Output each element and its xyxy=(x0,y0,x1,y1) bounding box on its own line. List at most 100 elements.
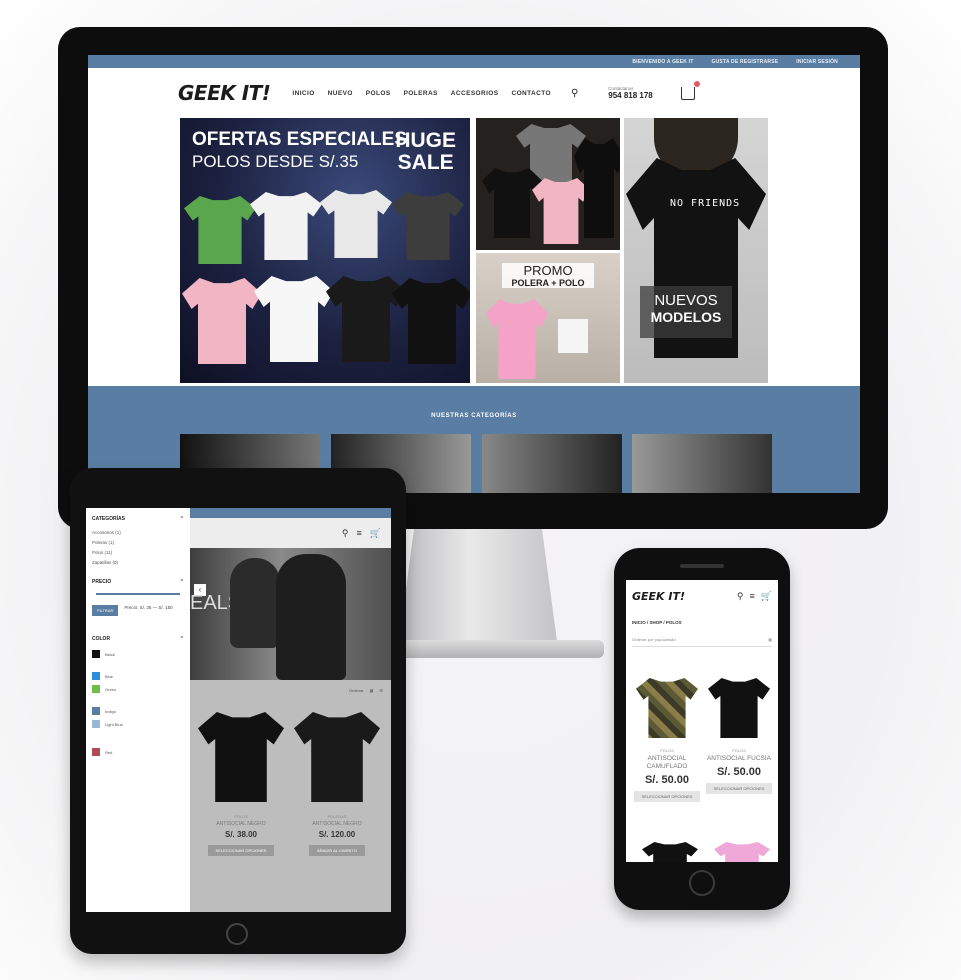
product-category: POLOS xyxy=(660,748,674,753)
nav-item-contacto[interactable]: CONTACTO xyxy=(512,90,551,97)
product-name[interactable]: ANTISOCIAL CAMUFLADO xyxy=(634,755,700,771)
tablet-device: CATEGORÍAS ⌃ Accesorios (1) Poleras (1) P… xyxy=(70,468,406,954)
sort-label[interactable]: Ordenar xyxy=(349,688,364,693)
product-name[interactable]: ANTISOCIAL NEGRO xyxy=(198,821,284,827)
swatch-icon xyxy=(92,720,100,728)
category-item[interactable]: Accesorios (1) xyxy=(92,530,184,535)
product-price: S/. 50.00 xyxy=(716,766,762,778)
filter-button[interactable]: FILTRAR xyxy=(92,605,119,616)
search-icon[interactable]: ⚲ xyxy=(342,528,349,539)
nav-item-poleras[interactable]: POLERAS xyxy=(404,90,438,97)
tablet-topbar xyxy=(190,508,391,518)
tablet-product-grid: Ordenar ▦ ☰ POLOS ANTISOCIAL NEGRO S/. 3… xyxy=(190,680,391,912)
list-view-icon[interactable]: ☰ xyxy=(379,688,383,693)
product-image[interactable] xyxy=(198,712,284,802)
nav-item-accesorios[interactable]: ACCESORIOS xyxy=(451,90,499,97)
shirt-text: NO FRIENDS xyxy=(670,198,741,209)
tablet-header-icons: ⚲ ≡ 🛒 xyxy=(190,518,391,548)
swatch-icon xyxy=(92,672,100,680)
product-name[interactable]: ANTISOCIAL NEGRO xyxy=(294,821,380,827)
grid-view-icon[interactable]: ▦ xyxy=(768,637,772,646)
color-swatch-black[interactable]: Black xyxy=(92,650,184,658)
tshirt-black-image xyxy=(326,276,406,362)
phone-header: GEEK IT! ⚲ ≡ 🛒 xyxy=(626,580,778,612)
product-card[interactable]: POLOS ANTISOCIAL NEGRO S/. 38.00 SELECCI… xyxy=(198,712,284,857)
color-swatch-light-blue[interactable]: Light Blue xyxy=(92,720,184,728)
banner-promo[interactable]: PROMO POLERA + POLO xyxy=(476,253,620,383)
category-card[interactable] xyxy=(632,434,772,493)
nuevos-line2: MODELOS xyxy=(650,309,722,325)
banner-polos-poleras[interactable] xyxy=(476,118,620,250)
product-card[interactable]: POLOS ANTISOCIAL FUCSIA S/. 50.00 SELECC… xyxy=(706,678,772,794)
search-icon[interactable]: ⚲ xyxy=(737,591,744,602)
banner-ofertas[interactable]: OFERTAS ESPECIALES POLOS DESDE S/.35 HUG… xyxy=(180,118,470,383)
color-heading: COLOR ⌃ xyxy=(92,636,184,642)
chevron-up-icon[interactable]: ⌃ xyxy=(180,579,184,585)
select-options-button[interactable]: SELECCIONAR OPCIONES xyxy=(634,791,700,802)
site-logo[interactable]: GEEK IT! xyxy=(632,590,685,603)
color-swatch-indigo[interactable]: Indigo xyxy=(92,707,184,715)
product-category: POLOS xyxy=(732,748,746,753)
desktop-screen: BIENVENIDO A GEEK IT GUSTA DE REGISTRARS… xyxy=(88,55,860,493)
topbar-link-login[interactable]: INICIAR SESIÓN xyxy=(796,59,838,65)
color-swatch-red[interactable]: Red xyxy=(92,748,184,756)
monitor-stand xyxy=(398,529,558,649)
search-icon[interactable]: ⚲ xyxy=(571,88,578,99)
tshirt-green-image xyxy=(184,196,256,264)
product-image[interactable] xyxy=(708,678,770,738)
header-phone: Contáctanos 954 818 178 xyxy=(608,86,653,100)
add-to-cart-button[interactable]: AÑADIR AL CARRITO xyxy=(309,845,365,856)
nuevos-modelos-label: NUEVOS MODELOS xyxy=(640,286,732,338)
cart-icon[interactable]: 🛒 xyxy=(370,528,381,539)
cart-icon[interactable]: 🛒 xyxy=(761,591,772,602)
topbar-link-register[interactable]: GUSTA DE REGISTRARSE xyxy=(712,59,779,65)
menu-icon[interactable]: ≡ xyxy=(357,528,362,538)
tshirt-white-print-image xyxy=(320,190,392,258)
desktop-header: GEEK IT! INICIO NUEVO POLOS POLERAS ACCE… xyxy=(88,68,860,118)
product-card[interactable]: POLERAS ANTISOCIAL NEGRO S/. 120.00 AÑAD… xyxy=(294,712,380,857)
product-image[interactable] xyxy=(294,712,380,802)
phone-header-icons: ⚲ ≡ 🛒 xyxy=(737,591,772,602)
swatch-icon xyxy=(92,707,100,715)
nav-item-inicio[interactable]: INICIO xyxy=(292,90,314,97)
swatch-label: Green xyxy=(105,686,117,692)
chevron-up-icon[interactable]: ⌃ xyxy=(180,636,184,642)
chevron-up-icon[interactable]: ⌃ xyxy=(180,516,184,522)
select-options-button[interactable]: SELECCIONAR OPCIONES xyxy=(706,783,772,794)
select-options-button[interactable]: SELECCIONAR OPCIONES xyxy=(207,845,275,856)
category-item[interactable]: Polos (11) xyxy=(92,550,184,555)
promo-line1: PROMO xyxy=(523,263,573,278)
breadcrumb[interactable]: INICIO / SHOP / POLOS xyxy=(626,612,778,633)
cart-icon[interactable] xyxy=(680,80,700,100)
product-card[interactable]: POLOS ANTISOCIAL CAMUFLADO S/. 50.00 SEL… xyxy=(634,678,700,802)
sort-select[interactable]: Ordenar por popularidad ▦ xyxy=(632,637,772,647)
tablet-hero-banner[interactable]: ‹ EALS xyxy=(190,548,391,680)
grid-view-icon[interactable]: ▦ xyxy=(370,688,374,693)
menu-icon[interactable]: ≡ xyxy=(750,591,755,602)
product-price: S/. 38.00 xyxy=(224,830,258,839)
banner-nuevos-modelos[interactable]: NO FRIENDS NUEVOS MODELOS xyxy=(624,118,768,383)
category-card[interactable] xyxy=(482,434,622,493)
model-man-image xyxy=(276,554,346,680)
category-item[interactable]: Zapatillas (0) xyxy=(92,560,184,565)
product-image[interactable] xyxy=(642,842,698,862)
banner-sale-line1: HUGE xyxy=(395,129,456,152)
nav-item-polos[interactable]: POLOS xyxy=(366,90,391,97)
category-item[interactable]: Poleras (1) xyxy=(92,540,184,545)
price-slider[interactable] xyxy=(96,593,180,595)
color-swatch-blue[interactable]: Blue xyxy=(92,672,184,680)
sort-bar: Ordenar ▦ ☰ xyxy=(198,688,383,693)
color-swatch-green[interactable]: Green xyxy=(92,685,184,693)
tablet-sidebar: CATEGORÍAS ⌃ Accesorios (1) Poleras (1) P… xyxy=(86,508,190,912)
product-image[interactable] xyxy=(714,842,770,862)
swatch-icon xyxy=(92,748,100,756)
topbar-link-welcome[interactable]: BIENVENIDO A GEEK IT xyxy=(632,59,693,65)
site-logo[interactable]: GEEK IT! xyxy=(178,81,271,105)
banner-subtitle: POLOS DESDE S/.35 xyxy=(192,152,359,171)
product-image[interactable] xyxy=(636,678,698,738)
phone-number[interactable]: 954 818 178 xyxy=(608,91,653,100)
color-heading-label: COLOR xyxy=(92,636,111,642)
nav-item-nuevo[interactable]: NUEVO xyxy=(328,90,353,97)
categories-heading-label: CATEGORÍAS xyxy=(92,516,125,522)
product-name[interactable]: ANTISOCIAL FUCSIA xyxy=(706,755,772,763)
